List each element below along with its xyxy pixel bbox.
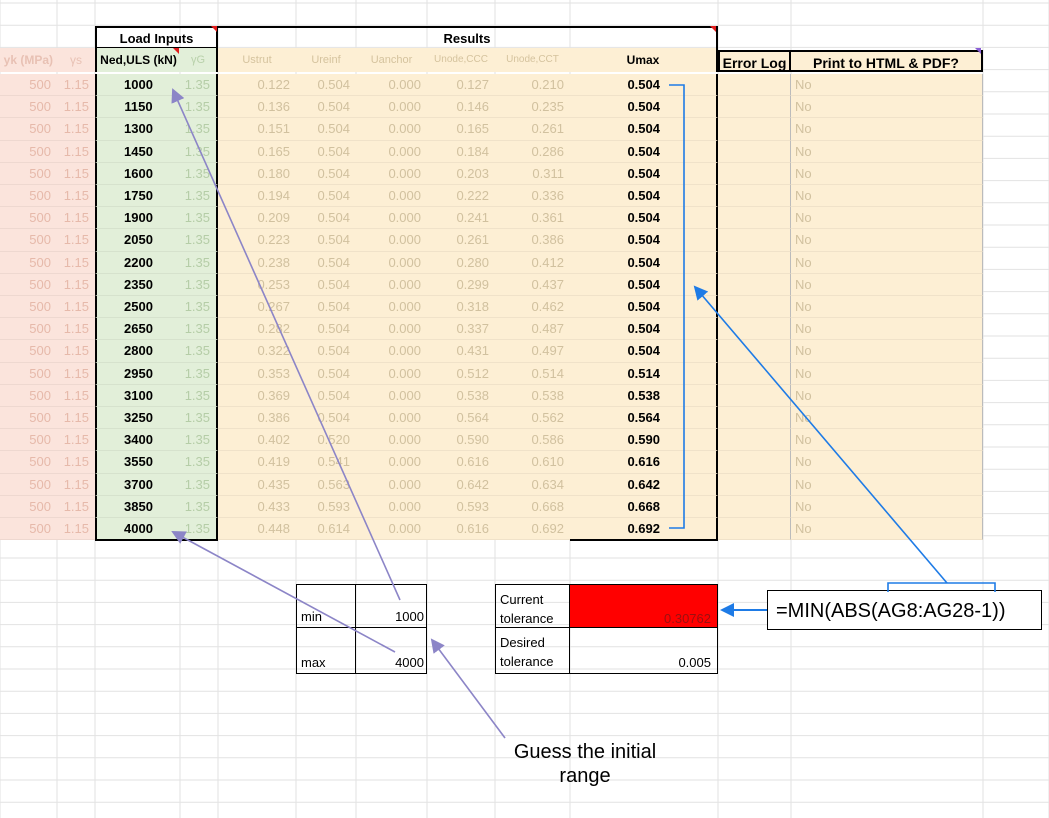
umax-bracket	[669, 84, 685, 529]
spreadsheet: 500 1.15 1000 1.35 0.122 0.504 0.000 0.127 0.210…	[0, 0, 1049, 818]
arrow-min-to-first	[171, 88, 401, 601]
formula-bracket	[887, 582, 996, 592]
arrow-to-umax	[693, 285, 948, 584]
arrow-guess-to-max	[430, 638, 506, 739]
annotation-arrows	[171, 84, 996, 739]
arrow-max-to-last	[171, 531, 396, 653]
